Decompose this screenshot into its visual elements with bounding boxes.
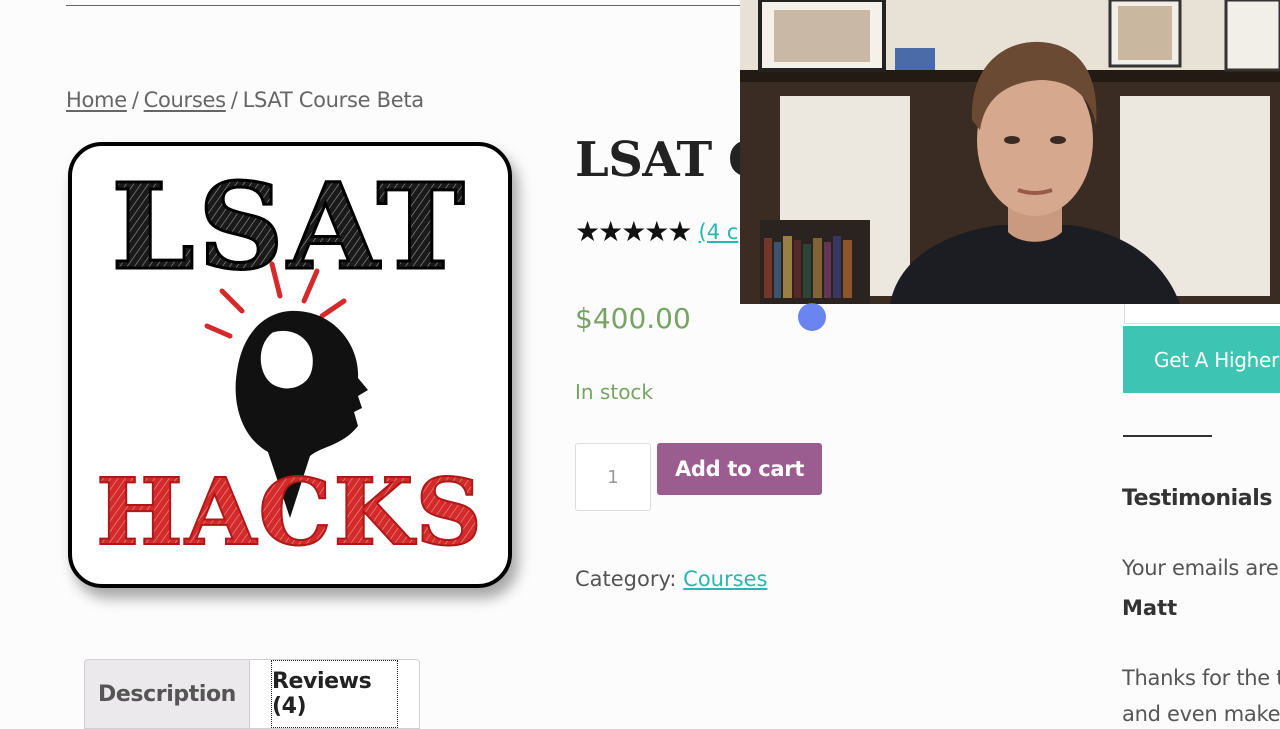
breadcrumb-separator: / (131, 88, 139, 112)
product-image[interactable]: LSAT HACKS (68, 142, 512, 588)
testimonial-text: Thanks for the t (1122, 666, 1280, 690)
logo-bottom-text: HACKS (96, 458, 484, 566)
testimonial-text: Your emails are (1122, 556, 1279, 580)
lsat-hacks-logo: LSAT HACKS (95, 156, 484, 568)
logo-top-text: LSAT (111, 157, 468, 296)
cursor-indicator (798, 303, 826, 331)
add-to-cart-button[interactable]: Add to cart (657, 443, 822, 495)
product-title: LSAT C (575, 132, 766, 188)
tab-description[interactable]: Description (84, 659, 250, 729)
get-higher-score-button[interactable]: Get A Higher S (1123, 326, 1280, 393)
category-link[interactable]: Courses (683, 567, 767, 591)
header-divider (66, 5, 746, 6)
breadcrumb-current: LSAT Course Beta (242, 88, 425, 112)
webcam-overlay (740, 0, 1280, 304)
stock-status: In stock (575, 380, 654, 404)
product-price: $400.00 (575, 302, 691, 335)
sidebar-divider (1123, 435, 1212, 437)
quantity-input[interactable] (575, 443, 651, 511)
star-rating-icon: ★★★★★ (575, 215, 693, 248)
presenter-video (740, 0, 1280, 304)
testimonial-author: Matt (1122, 596, 1178, 620)
category-label: Category: (575, 567, 677, 591)
testimonials-heading: Testimonials (1122, 486, 1273, 511)
product-category: Category: Courses (575, 567, 767, 591)
testimonial-text: and even make y (1122, 702, 1280, 726)
tab-reviews[interactable]: Reviews (4) (250, 659, 420, 729)
reviews-link[interactable]: (4 c (699, 220, 739, 244)
breadcrumb: Home / Courses / LSAT Course Beta (66, 88, 424, 112)
product-rating: ★★★★★ (4 c (575, 218, 738, 246)
breadcrumb-courses-link[interactable]: Courses (144, 88, 226, 112)
product-tabs: Description Reviews (4) (84, 659, 420, 729)
breadcrumb-separator: / (230, 88, 238, 112)
breadcrumb-home-link[interactable]: Home (66, 88, 127, 112)
tab-reviews-label: Reviews (4) (271, 660, 398, 728)
